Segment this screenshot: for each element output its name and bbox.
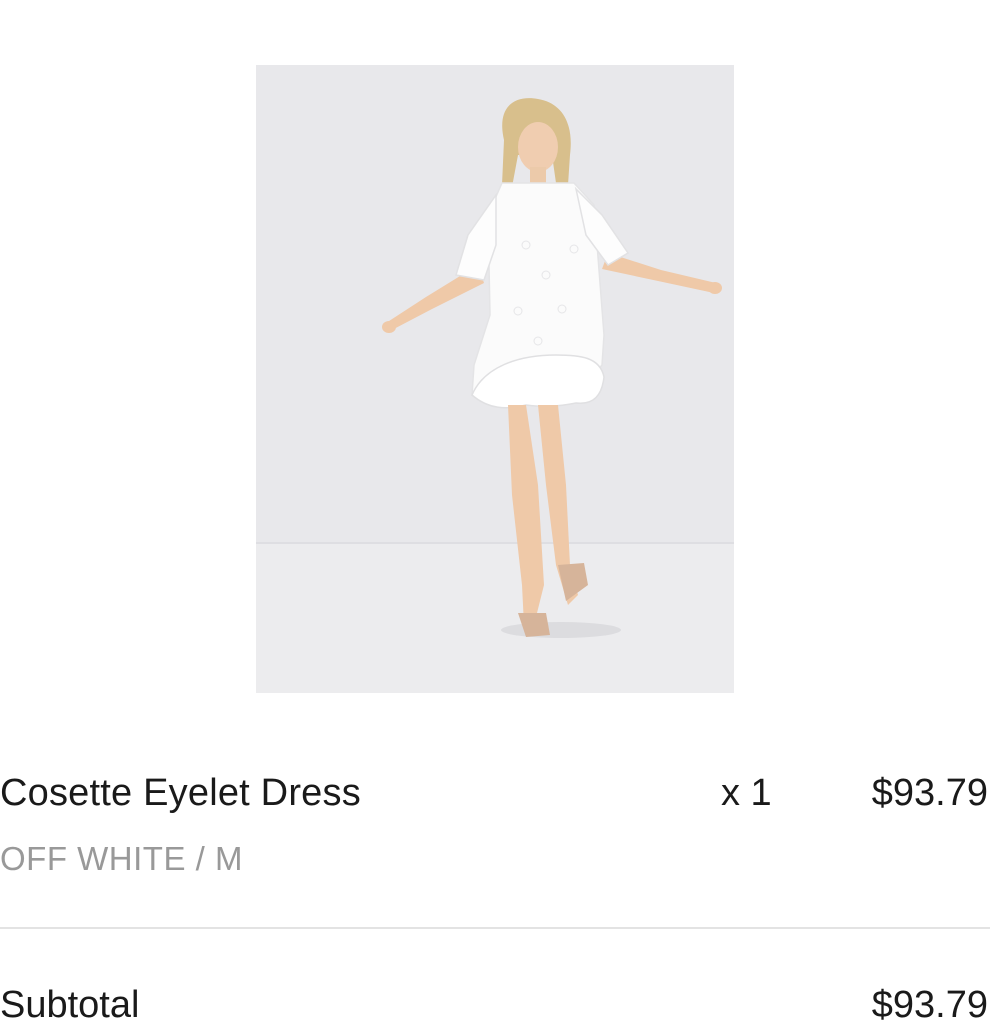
- product-name: Cosette Eyelet Dress: [0, 772, 361, 814]
- subtotal-value: $93.79: [871, 984, 988, 1026]
- product-variant: OFF WHITE / M: [0, 840, 243, 877]
- dress-photo-icon: [256, 65, 734, 693]
- product-price: $93.79: [871, 772, 988, 814]
- product-quantity: x 1: [721, 772, 772, 814]
- subtotal-label: Subtotal: [0, 984, 140, 1026]
- divider: [0, 927, 990, 929]
- cart-line-item[interactable]: Cosette Eyelet Dress OFF WHITE / M x 1 $…: [0, 770, 1000, 890]
- product-image: [256, 65, 734, 693]
- subtotal-row: Subtotal $93.79: [0, 982, 1000, 1032]
